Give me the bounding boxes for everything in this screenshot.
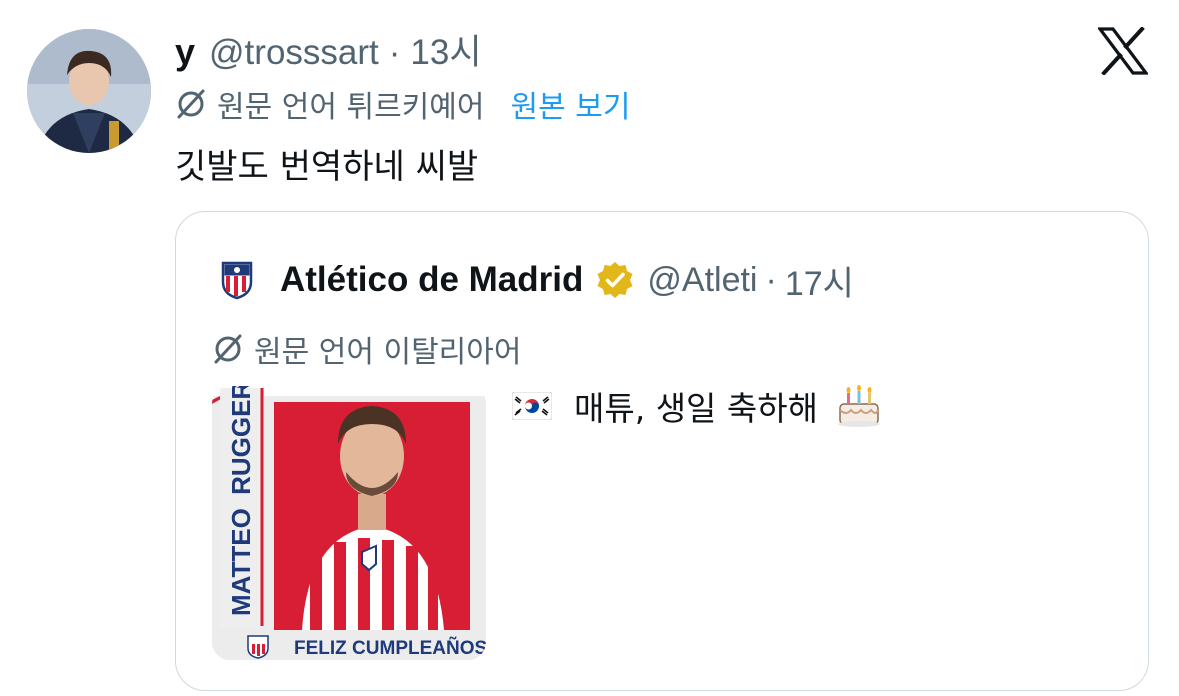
avatar[interactable] xyxy=(27,29,151,153)
separator-dot: · xyxy=(765,260,777,299)
south-korea-flag-icon xyxy=(512,392,552,420)
translate-icon xyxy=(214,334,242,364)
tweet-text: 깃발도 번역하네 씨발 xyxy=(175,147,479,187)
quoted-timestamp[interactable]: 17시 xyxy=(785,256,854,305)
image-caption: FELIZ CUMPLEAÑOS xyxy=(294,637,486,659)
author-name[interactable]: y xyxy=(175,31,195,73)
verified-badge-icon xyxy=(597,262,633,298)
show-original-link[interactable]: 원본 보기 xyxy=(510,82,630,126)
quoted-translation-label: 원문 언어 이탈리아어 xyxy=(254,335,522,370)
quoted-tweet-text-row: 매튜, 생일 축하해 xyxy=(512,384,882,428)
player-first-name: MATTEO xyxy=(226,508,256,616)
tweet-header: y @trosssart · 13시 xyxy=(175,24,482,73)
quoted-tweet-text: 매튜, 생일 축하해 xyxy=(574,389,818,428)
quoted-author-handle[interactable]: @Atleti xyxy=(647,261,757,300)
tweet-timestamp[interactable]: 13시 xyxy=(410,24,481,75)
avatar-photo xyxy=(27,29,151,153)
translation-label: 원문 언어 튀르키예어 xyxy=(217,90,485,125)
player-last-name: RUGGERI xyxy=(226,386,256,495)
x-logo-icon xyxy=(1096,26,1150,76)
translate-icon xyxy=(177,89,205,119)
quoted-media-image[interactable]: MATTEO RUGGERI FELIZ CUMPLEAÑOS xyxy=(212,386,486,660)
quoted-tweet-header: Atlético de Madrid @Atleti · 17시 xyxy=(220,256,854,305)
player-name-text: MATTEO RUGGERI xyxy=(226,386,256,616)
quoted-author-name[interactable]: Atlético de Madrid xyxy=(280,260,583,300)
quoted-translation-notice: 원문 언어 이탈리아어 xyxy=(212,329,522,370)
translation-notice: 원문 언어 튀르키예어 원본 보기 xyxy=(175,82,630,126)
separator-dot: · xyxy=(388,33,401,72)
author-handle[interactable]: @trosssart xyxy=(209,33,379,73)
quoted-tweet-card[interactable]: Atlético de Madrid @Atleti · 17시 원문 언어 이… xyxy=(175,211,1149,691)
atletico-crest-icon[interactable] xyxy=(220,260,254,300)
birthday-cake-icon xyxy=(838,385,880,427)
player-birthday-graphic: MATTEO RUGGERI FELIZ CUMPLEAÑOS xyxy=(212,386,486,660)
